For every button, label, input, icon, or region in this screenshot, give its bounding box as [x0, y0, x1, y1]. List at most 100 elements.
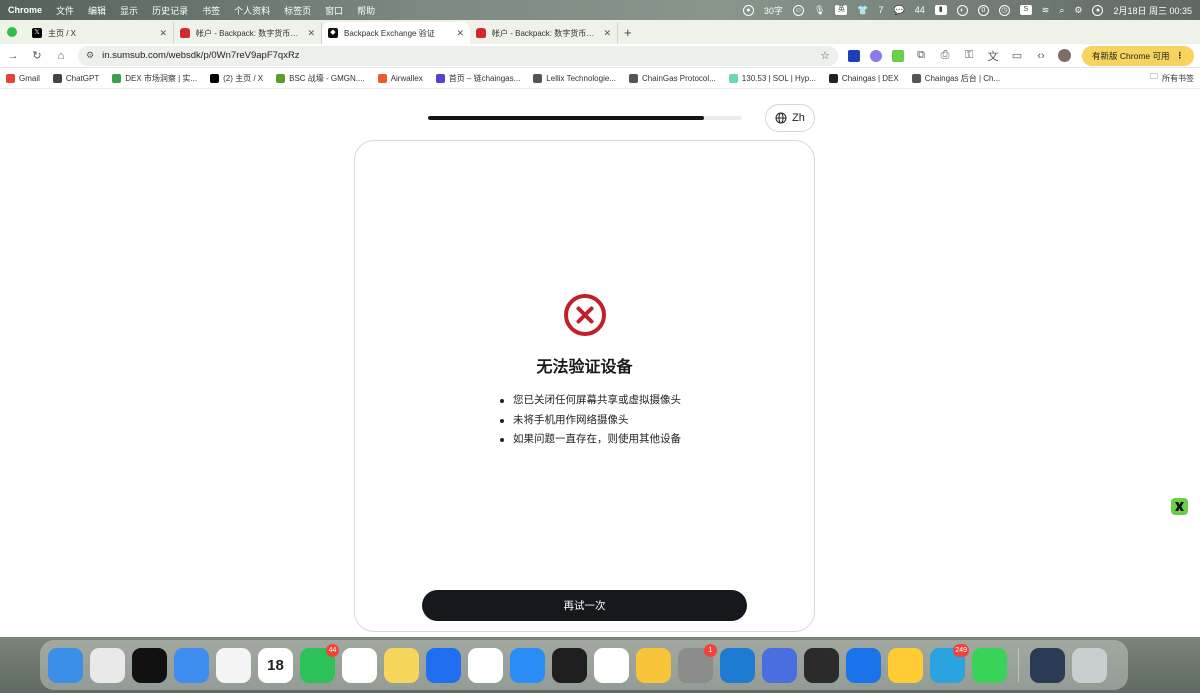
mail-icon[interactable]: [426, 647, 461, 683]
wechat-menu-icon[interactable]: 💬: [894, 5, 905, 16]
browser-tab[interactable]: 帐户 - Backpack: 数字货币交易 ✕: [174, 22, 322, 44]
bookmark-item[interactable]: ChatGPT: [52, 73, 99, 83]
terminal-icon[interactable]: [552, 647, 587, 683]
chrome-update-button[interactable]: 有新版 Chrome 可用 ⋮: [1082, 45, 1194, 66]
bookmark-item[interactable]: (2) 主页 / X: [210, 73, 263, 84]
floating-extension-widget[interactable]: [1171, 498, 1188, 515]
phone-mirror-icon[interactable]: [762, 647, 797, 683]
back-icon[interactable]: →: [6, 50, 20, 62]
clock-label[interactable]: 2月18日 周三 00:35: [1113, 4, 1192, 17]
bookmark-item[interactable]: Chaingas 后台 | Ch...: [911, 73, 1000, 84]
window-controls[interactable]: [0, 20, 26, 44]
shirt-icon[interactable]: 👕: [857, 5, 868, 16]
menu-item[interactable]: 帮助: [357, 4, 375, 17]
tabs-container: 𝕏 主页 / X ✕ 帐户 - Backpack: 数字货币交易 ✕ ◆ Backpack …: [26, 22, 618, 44]
tab-close-icon[interactable]: ✕: [603, 28, 611, 39]
chrome-icon[interactable]: [468, 647, 503, 683]
bookmark-item[interactable]: Gmail: [6, 73, 40, 83]
profile-avatar[interactable]: [1058, 49, 1071, 62]
bookmark-star-icon[interactable]: ☆: [820, 49, 830, 62]
toggle-icon[interactable]: 0: [977, 4, 989, 16]
tab-close-icon[interactable]: ✕: [159, 28, 167, 39]
menu-item[interactable]: 显示: [120, 4, 138, 17]
m-app-icon[interactable]: [636, 647, 671, 683]
bookmark-item[interactable]: ChainGas Protocol...: [628, 73, 716, 83]
tab-close-icon[interactable]: ✕: [456, 28, 464, 39]
wechat-icon[interactable]: 44: [300, 643, 339, 683]
microphone-icon[interactable]: 🎙: [814, 5, 825, 16]
retry-button[interactable]: 再试一次: [422, 590, 747, 621]
s-app-icon[interactable]: S: [1019, 5, 1032, 15]
app-store-icon[interactable]: [510, 647, 545, 683]
menu-item[interactable]: 个人资料: [234, 4, 270, 17]
cube-app-icon[interactable]: [804, 647, 839, 683]
trash-icon[interactable]: [1072, 647, 1107, 683]
char-count-label[interactable]: 30字: [764, 4, 783, 17]
browser-tab[interactable]: 𝕏 主页 / X ✕: [26, 22, 174, 44]
num7-label[interactable]: 7: [879, 5, 884, 15]
menu-item[interactable]: 历史记录: [152, 4, 188, 17]
launchpad-icon[interactable]: [90, 647, 125, 683]
browser-tab[interactable]: ◆ Backpack Exchange 验证 ✕: [322, 22, 470, 44]
telegram-icon[interactable]: 249: [930, 643, 969, 683]
wifi-icon[interactable]: ≋: [1042, 5, 1050, 16]
bookmark-item[interactable]: 首页 – 链chaingas...: [435, 73, 520, 84]
site-info-icon[interactable]: ⚙: [86, 50, 94, 61]
bookmark-item[interactable]: DEX 市场洞察 | 实...: [112, 73, 197, 84]
browser-tab[interactable]: 帐户 - Backpack: 数字货币交易 ✕: [470, 22, 618, 44]
extension-blue-icon[interactable]: [848, 49, 860, 62]
siri-icon[interactable]: ●: [1092, 4, 1104, 16]
calendar-icon[interactable]: 18: [258, 647, 293, 683]
zoom-window-button[interactable]: [7, 27, 17, 37]
language-button[interactable]: Zh: [765, 104, 815, 132]
loop-icon[interactable]: ◐: [956, 4, 968, 16]
wechat-count[interactable]: 44: [915, 5, 925, 15]
sheets-icon[interactable]: [594, 647, 629, 683]
printer-icon[interactable]: ⎙: [938, 49, 952, 62]
control-center-icon[interactable]: ⚙: [1074, 5, 1082, 16]
password-key-icon[interactable]: ⚿: [962, 49, 976, 62]
bookmark-item[interactable]: Lellix Technologie...: [533, 73, 616, 83]
timer-icon[interactable]: ◷: [998, 4, 1010, 16]
battery-icon[interactable]: ▮: [934, 5, 947, 15]
all-bookmarks-button[interactable]: 🗀 所有书签: [1150, 71, 1194, 85]
bookmark-item[interactable]: Airwallex: [377, 73, 423, 83]
menu-item[interactable]: 编辑: [88, 4, 106, 17]
translate-icon[interactable]: 文: [986, 48, 1000, 64]
notes-icon[interactable]: [384, 647, 419, 683]
smiley-icon[interactable]: ☺: [792, 4, 804, 16]
bookmark-item[interactable]: 130.53 | SOL | Hyp...: [728, 73, 816, 83]
devtools-icon[interactable]: ‹›: [1034, 50, 1048, 62]
menu-app-name[interactable]: Chrome: [8, 5, 42, 15]
vscode-icon[interactable]: [720, 647, 755, 683]
messages-icon[interactable]: [972, 647, 1007, 683]
cast-icon[interactable]: ▭: [1010, 49, 1024, 62]
menu-item[interactable]: 文件: [56, 4, 74, 17]
windows-app-icon[interactable]: [846, 647, 881, 683]
home-icon[interactable]: ⌂: [54, 50, 68, 62]
tiktok-icon[interactable]: [132, 647, 167, 683]
reminders-icon[interactable]: [342, 647, 377, 683]
recording-dot-icon[interactable]: ●: [742, 4, 754, 16]
system-settings-icon[interactable]: 1: [678, 643, 717, 683]
reload-icon[interactable]: ↻: [30, 49, 44, 62]
url-text[interactable]: in.sumsub.com/websdk/p/0Wn7reV9apF7qxRz: [102, 50, 812, 61]
menu-item[interactable]: 标签页: [284, 4, 311, 17]
search-icon[interactable]: ⌕: [1059, 5, 1064, 16]
m-yellow-icon[interactable]: [888, 647, 923, 683]
bookmark-item[interactable]: Chaingas | DEX: [828, 73, 899, 83]
extensions-puzzle-icon[interactable]: ⧉: [914, 49, 928, 62]
screen-preview-icon[interactable]: [1030, 647, 1065, 683]
menu-item[interactable]: 书签: [202, 4, 220, 17]
photos-icon[interactable]: [216, 647, 251, 683]
bookmark-item[interactable]: BSC 战壕 - GMGN....: [276, 73, 365, 84]
new-tab-button[interactable]: +: [618, 22, 638, 44]
tab-close-icon[interactable]: ✕: [307, 28, 315, 39]
menu-item[interactable]: 窗口: [325, 4, 343, 17]
extension-green-icon[interactable]: [892, 49, 904, 62]
input-method-icon[interactable]: 英: [835, 5, 848, 15]
finder-icon[interactable]: [48, 647, 83, 683]
extension-purple-icon[interactable]: [870, 49, 882, 62]
safari-icon[interactable]: [174, 647, 209, 683]
address-bar[interactable]: ⚙ in.sumsub.com/websdk/p/0Wn7reV9apF7qxR…: [78, 45, 838, 66]
